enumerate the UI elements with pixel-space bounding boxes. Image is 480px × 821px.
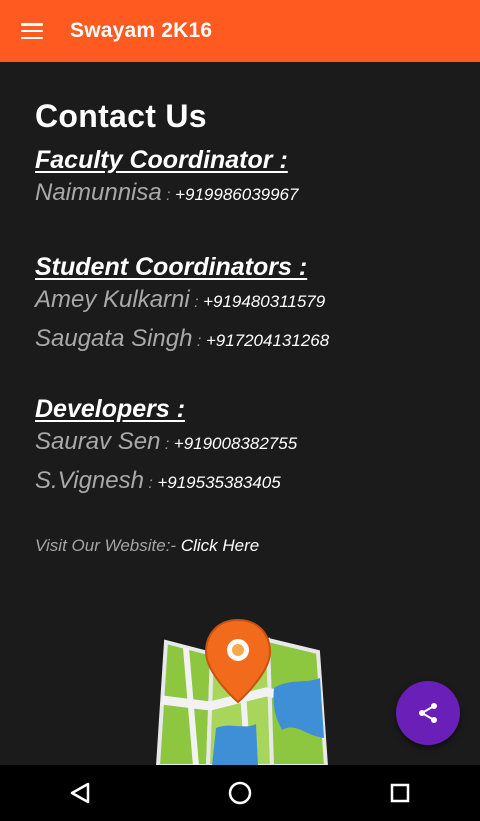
screen: Swayam 2K16 Contact Us Faculty Coordinat… <box>0 0 480 821</box>
menu-button[interactable] <box>0 0 64 62</box>
share-button[interactable] <box>396 681 460 745</box>
contact-phone[interactable]: +917204131268 <box>206 331 329 350</box>
contact-separator: : <box>160 436 174 453</box>
contact-phone[interactable]: +919535383405 <box>157 473 280 492</box>
contact-row: S.Vignesh : +919535383405 <box>35 463 465 502</box>
contact-separator: : <box>161 187 176 204</box>
contact-name: Amey Kulkarni <box>35 286 190 313</box>
share-icon <box>419 703 437 723</box>
home-button[interactable] <box>210 765 270 821</box>
contact-separator: : <box>189 294 204 311</box>
contact-row: Saurav Sen : +919008382755 <box>35 424 465 463</box>
contact-separator: : <box>143 475 158 492</box>
recents-button[interactable] <box>370 765 430 821</box>
section-student-coordinators: Student Coordinators : Amey Kulkarni : +… <box>35 252 465 360</box>
section-developers: Developers : Saurav Sen : +919008382755 … <box>35 394 465 502</box>
hamburger-menu-icon <box>21 23 43 39</box>
recents-square-icon <box>390 783 410 803</box>
app-title: Swayam 2K16 <box>70 19 213 42</box>
app-bar: Swayam 2K16 <box>0 0 480 62</box>
website-link[interactable]: Click Here <box>181 536 259 555</box>
contact-phone[interactable]: +919008382755 <box>174 434 297 453</box>
section-faculty-coordinator: Faculty Coordinator : Naimunnisa : +9199… <box>35 145 465 214</box>
contact-row: Saugata Singh : +917204131268 <box>35 321 465 360</box>
contact-name: S.Vignesh <box>35 467 144 494</box>
map-icon[interactable] <box>155 618 329 768</box>
contact-name: Saurav Sen <box>35 428 161 455</box>
contact-name: Saugata Singh <box>35 325 193 352</box>
back-button[interactable] <box>50 765 110 821</box>
contact-content: Contact Us Faculty Coordinator : Naimunn… <box>35 98 465 556</box>
contact-phone[interactable]: +919986039967 <box>175 185 298 204</box>
contact-row: Amey Kulkarni : +919480311579 <box>35 282 465 321</box>
page-title: Contact Us <box>35 98 207 134</box>
website-row: Visit Our Website:- Click Here <box>35 536 465 556</box>
contact-name: Naimunnisa <box>35 179 162 206</box>
contact-separator: : <box>192 333 206 350</box>
section-heading: Student Coordinators : <box>35 253 308 281</box>
navigation-bar <box>0 765 480 821</box>
contact-phone[interactable]: +919480311579 <box>203 292 325 311</box>
contact-row: Naimunnisa : +919986039967 <box>35 175 465 214</box>
section-heading: Faculty Coordinator : <box>35 146 288 174</box>
home-circle-icon <box>228 781 252 805</box>
back-triangle-icon <box>70 782 90 804</box>
website-label: Visit Our Website:- <box>35 536 181 555</box>
section-heading: Developers : <box>35 395 186 423</box>
